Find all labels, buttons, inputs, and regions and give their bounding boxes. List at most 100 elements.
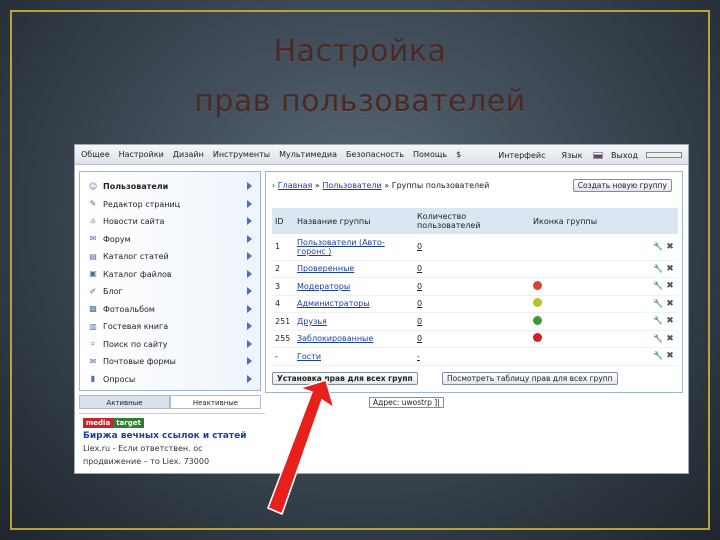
group-name-link[interactable]: Проверенные xyxy=(297,264,354,273)
group-name-link[interactable]: Модераторы xyxy=(297,282,350,291)
sidebar-item[interactable]: ▮ Опросы xyxy=(80,371,260,389)
menu-item-tools[interactable]: Инструменты xyxy=(213,150,270,159)
expand-arrow-icon[interactable] xyxy=(247,199,252,208)
group-name-cell: Пользователи (Авто-горонс ) xyxy=(294,234,414,261)
create-group-button[interactable]: Создать новую группу xyxy=(572,179,672,192)
delete-icon[interactable]: ✖ xyxy=(665,299,675,309)
tab-inactive[interactable]: Неактивные xyxy=(170,395,261,409)
sidebar: ☺ Пользователи ✎ Редактор страниц ☼ Новости с… xyxy=(79,171,261,391)
menu-item-help[interactable]: Помощь xyxy=(413,150,447,159)
menu-item-settings[interactable]: Настройки xyxy=(119,150,164,159)
wrench-icon[interactable]: 🔧 xyxy=(653,299,663,309)
expand-arrow-icon[interactable] xyxy=(247,269,252,278)
wrench-icon[interactable]: 🔧 xyxy=(653,242,663,252)
group-name-link[interactable]: Друзья xyxy=(297,317,327,326)
view-rights-table-button[interactable]: Посмотреть таблицу прав для всех групп xyxy=(442,372,618,385)
groups-table: ID Название группы Количество пользовате… xyxy=(272,208,678,366)
files-icon: ▣ xyxy=(89,269,97,279)
breadcrumb-home[interactable]: Главная xyxy=(278,181,313,190)
expand-arrow-icon[interactable] xyxy=(247,287,252,295)
expand-arrow-icon[interactable] xyxy=(247,339,252,348)
news-icon: ☼ xyxy=(89,216,97,226)
ad-text-line1: Liex.ru - Если ответствен. ос xyxy=(83,444,203,453)
wrench-icon[interactable]: 🔧 xyxy=(653,316,663,326)
sidebar-item[interactable]: ✐ Блог xyxy=(80,283,260,301)
menu-bar: Общее Настройки Дизайн Инструменты Мульт… xyxy=(75,145,688,165)
sidebar-item[interactable]: ▩ Фотоальбом xyxy=(80,301,260,319)
sidebar-item[interactable]: ⌕ Поиск по сайту xyxy=(80,336,260,354)
group-id: 1 xyxy=(272,234,294,261)
user-count[interactable]: - xyxy=(414,347,530,366)
menu-item-design[interactable]: Дизайн xyxy=(173,150,204,159)
row-actions: 🔧 ✖ xyxy=(630,295,678,313)
delete-icon[interactable]: ✖ xyxy=(665,242,675,252)
group-id: 3 xyxy=(272,277,294,296)
expand-arrow-icon[interactable] xyxy=(247,182,252,190)
moderator-badge-icon xyxy=(533,280,542,290)
expand-arrow-icon[interactable] xyxy=(247,252,252,260)
group-id: 251 xyxy=(272,312,294,331)
col-icon: Иконка группы xyxy=(530,208,630,234)
menu-item-general[interactable]: Общее xyxy=(81,150,110,159)
col-actions xyxy=(630,208,678,234)
breadcrumb-users[interactable]: Пользователи xyxy=(322,181,381,190)
ad-block[interactable]: media target Биржа вечных ссылок и стате… xyxy=(79,413,265,473)
expand-arrow-icon[interactable] xyxy=(247,217,252,225)
wrench-icon[interactable]: 🔧 xyxy=(653,334,663,344)
sidebar-item[interactable]: ▥ Гостевая книга xyxy=(80,318,260,336)
address-field[interactable]: Адрес: uwostrp ]| xyxy=(369,397,444,408)
expand-arrow-icon[interactable] xyxy=(247,234,252,243)
language-menu[interactable]: Язык xyxy=(554,151,604,160)
group-icon-cell xyxy=(530,330,630,348)
user-count[interactable]: 0 xyxy=(414,277,530,296)
interface-menu[interactable]: Интерфейс xyxy=(498,151,545,160)
expand-arrow-icon[interactable] xyxy=(247,322,252,330)
group-name-link[interactable]: Пользователи (Авто-горонс ) xyxy=(297,238,385,256)
user-count[interactable]: 0 xyxy=(414,330,530,348)
polls-icon: ▮ xyxy=(90,374,96,384)
set-rights-all-button[interactable]: Установка прав для всех групп xyxy=(272,372,418,385)
zoom-slider[interactable] xyxy=(646,152,682,158)
sidebar-item[interactable]: ☺ Пользователи xyxy=(80,178,260,196)
sidebar-item[interactable]: ✎ Редактор страниц xyxy=(80,196,260,214)
expand-arrow-icon[interactable] xyxy=(247,374,252,383)
delete-icon[interactable]: ✖ xyxy=(665,281,675,291)
group-icon-cell xyxy=(530,347,630,366)
group-name-link[interactable]: Гости xyxy=(297,352,321,361)
delete-icon[interactable]: ✖ xyxy=(665,334,675,344)
expand-arrow-icon[interactable] xyxy=(247,304,252,313)
user-count[interactable]: 0 xyxy=(414,260,530,278)
delete-icon[interactable]: ✖ xyxy=(665,316,675,326)
logout-link[interactable]: Выход xyxy=(611,151,638,160)
wrench-icon[interactable]: 🔧 xyxy=(653,351,663,361)
col-id: ID xyxy=(272,208,294,234)
menu-item-dollar[interactable]: $ xyxy=(456,150,461,159)
wrench-icon[interactable]: 🔧 xyxy=(653,264,663,274)
group-name-link[interactable]: Заблокированные xyxy=(297,334,373,343)
user-count[interactable]: 0 xyxy=(414,312,530,331)
photo-icon: ▩ xyxy=(89,304,97,314)
expand-arrow-icon[interactable] xyxy=(247,357,252,365)
sidebar-item[interactable]: ▤ Каталог статей xyxy=(80,248,260,266)
delete-icon[interactable]: ✖ xyxy=(665,264,675,274)
row-actions: 🔧 ✖ xyxy=(630,260,678,278)
menu-item-security[interactable]: Безопасность xyxy=(346,150,404,159)
group-name-cell: Гости xyxy=(294,347,414,366)
user-count[interactable]: 0 xyxy=(414,295,530,313)
ad-title[interactable]: Биржа вечных ссылок и статей xyxy=(83,431,265,441)
delete-icon[interactable]: ✖ xyxy=(665,351,675,361)
row-actions: 🔧 ✖ xyxy=(630,347,678,366)
menu-item-multimedia[interactable]: Мультимедиа xyxy=(279,150,337,159)
page-editor-icon: ✎ xyxy=(89,199,97,209)
sidebar-item[interactable]: ✉ Форум xyxy=(80,231,260,249)
tab-active[interactable]: Активные xyxy=(79,395,170,409)
sidebar-item[interactable]: ☼ Новости сайта xyxy=(80,213,260,231)
sidebar-item[interactable]: ✉ Почтовые формы xyxy=(80,353,260,371)
group-name-cell: Администраторы xyxy=(294,295,414,313)
group-name-link[interactable]: Администраторы xyxy=(297,299,370,308)
wrench-icon[interactable]: 🔧 xyxy=(653,281,663,291)
group-id: 2 xyxy=(272,260,294,278)
user-count[interactable]: 0 xyxy=(414,234,530,261)
blocked-icon xyxy=(533,333,542,343)
sidebar-item[interactable]: ▣ Каталог файлов xyxy=(80,266,260,284)
